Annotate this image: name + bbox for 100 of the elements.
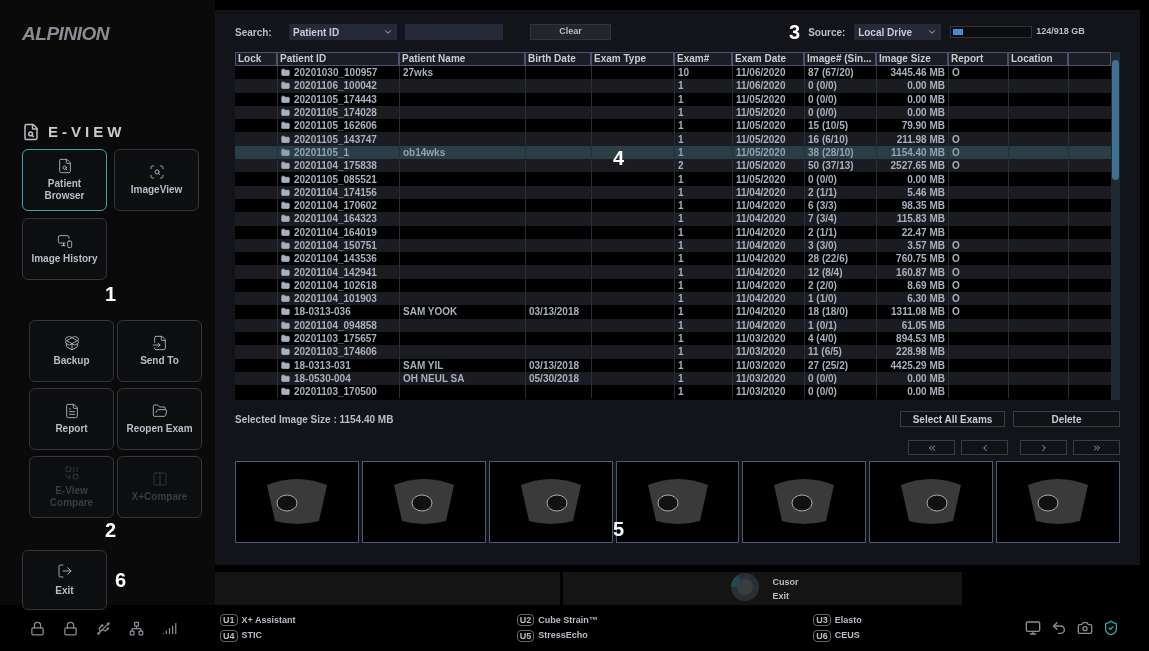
user-key-badge[interactable]: U6 bbox=[813, 629, 831, 642]
network-icon[interactable] bbox=[129, 620, 144, 636]
reopen-button[interactable]: Reopen Exam bbox=[117, 388, 202, 450]
table-cell: 2 (1/1) bbox=[808, 225, 837, 239]
table-cell: 3.57 MB bbox=[907, 239, 945, 252]
table-cell: 11/04/2020 bbox=[736, 292, 786, 306]
folder-icon bbox=[281, 280, 290, 290]
lock-icon[interactable] bbox=[30, 620, 45, 636]
ultrasound-image-placeholder[interactable] bbox=[361, 461, 486, 543]
user-key-label: StressEcho bbox=[538, 629, 588, 642]
column-header[interactable]: Birth Date bbox=[525, 52, 591, 66]
monitor-icon[interactable] bbox=[1025, 620, 1041, 636]
column-header[interactable]: Location bbox=[1008, 52, 1068, 66]
user-key-label: X+ Assistant bbox=[241, 613, 296, 627]
source-dropdown[interactable]: Local Drive bbox=[854, 24, 942, 40]
table-cell: OH NEUL SA bbox=[403, 371, 465, 385]
table-cell: 1 bbox=[678, 79, 684, 93]
table-cell: 20201105_162606 bbox=[294, 119, 377, 133]
ultrasound-image-placeholder[interactable] bbox=[742, 461, 867, 543]
usb-icon[interactable] bbox=[96, 620, 111, 636]
table-cell: 03/13/2018 bbox=[529, 358, 580, 372]
user-key-badge[interactable]: U2 bbox=[516, 614, 535, 627]
backup-button[interactable]: Backup bbox=[29, 320, 114, 382]
table-cell: 20201030_100957 bbox=[294, 66, 378, 80]
table-cell: 1 bbox=[678, 332, 684, 346]
ultrasound-image-placeholder[interactable] bbox=[996, 461, 1120, 543]
table-cell: 03/13/2018 bbox=[529, 305, 580, 319]
user-key-label: CEUS bbox=[834, 629, 860, 642]
table-cell: 1 bbox=[678, 265, 684, 279]
signal-icon[interactable] bbox=[162, 620, 177, 636]
column-header[interactable]: Patient ID bbox=[277, 52, 399, 66]
last-page-button[interactable] bbox=[1073, 440, 1120, 455]
folder-icon bbox=[281, 373, 290, 383]
user-key-badge[interactable]: U3 bbox=[813, 614, 831, 627]
document-search-icon bbox=[56, 157, 73, 174]
ultrasound-image-placeholder[interactable] bbox=[869, 461, 994, 543]
ultrasound-image-placeholder[interactable] bbox=[615, 461, 740, 543]
folder-icon bbox=[281, 68, 290, 78]
table-row[interactable]: 20201104_164323 1 11/04/2020 7 (3/4) 115.83 MB bbox=[235, 212, 1111, 226]
user-key-badge[interactable]: U1 bbox=[220, 614, 238, 627]
ultrasound-image-placeholder[interactable] bbox=[235, 461, 359, 543]
ultrasound-image-placeholder[interactable] bbox=[488, 461, 613, 543]
table-cell: 11/04/2020 bbox=[736, 212, 786, 226]
search-field[interactable] bbox=[405, 24, 503, 40]
report-button[interactable]: Report bbox=[29, 388, 114, 450]
lock-icon[interactable] bbox=[63, 620, 78, 636]
column-header[interactable]: Exam# bbox=[674, 52, 732, 66]
table-cell: 1 bbox=[678, 292, 684, 306]
trackball-top-label: Cusor bbox=[772, 575, 799, 589]
imageview-button[interactable]: ImageView bbox=[114, 149, 199, 211]
table-row[interactable]: 20201104_101903 1 11/04/2020 1 (1/0) 6.30 MB O bbox=[235, 292, 1111, 306]
previous-button[interactable] bbox=[961, 440, 1008, 455]
table-row[interactable]: 20201103_174606 1 11/03/2020 11 (6/5) 228.98 MB bbox=[235, 345, 1111, 359]
history-button[interactable]: Image History bbox=[22, 218, 107, 280]
next-button[interactable] bbox=[1020, 440, 1067, 455]
table-row[interactable]: 20201105_143747 1 11/05/2020 16 (6/10) 211.98 MB O bbox=[235, 132, 1111, 146]
table-cell: 0 (0/0) bbox=[808, 92, 837, 106]
table-cell: 11/03/2020 bbox=[736, 358, 786, 372]
table-row[interactable]: 20201104_142941 1 11/04/2020 12 (8/4) 160.87 MB O bbox=[235, 265, 1111, 279]
folder-icon bbox=[281, 320, 290, 330]
table-cell: 1 bbox=[678, 278, 684, 292]
table-cell: 1 bbox=[678, 145, 684, 159]
column-header[interactable]: Report bbox=[948, 52, 1008, 66]
scrollbar[interactable] bbox=[1111, 52, 1120, 400]
return-arrow-icon[interactable] bbox=[1051, 620, 1067, 636]
table-row[interactable]: 20201106_100042 1 11/06/2020 0 (0/0) 0.00 MB bbox=[235, 79, 1111, 93]
table-cell: 28 (22/6) bbox=[808, 252, 849, 266]
monitor-icon bbox=[56, 232, 73, 249]
user-key-badge[interactable]: U5 bbox=[516, 629, 535, 642]
e-view-icon bbox=[22, 122, 40, 141]
browser-button[interactable]: Patient Browser bbox=[22, 149, 107, 211]
section-title: E-VIEW bbox=[48, 121, 126, 142]
camera-icon[interactable] bbox=[1077, 620, 1093, 636]
callout-number: 2 bbox=[104, 520, 117, 540]
column-header[interactable]: Lock bbox=[235, 52, 277, 66]
folder-icon bbox=[281, 347, 290, 357]
select-all-exams-button[interactable]: Select All Exams bbox=[900, 411, 1005, 427]
table-cell: 0.00 MB bbox=[907, 172, 945, 186]
overlap-icon bbox=[63, 464, 80, 481]
clear-button[interactable]: Clear bbox=[530, 24, 611, 40]
table-cell: 20201104_143536 bbox=[294, 252, 377, 266]
column-header[interactable]: Exam Type bbox=[591, 52, 674, 66]
table-cell: 11/05/2020 bbox=[736, 106, 786, 120]
table-cell: O bbox=[952, 265, 960, 279]
delete-button[interactable]: Delete bbox=[1013, 411, 1120, 427]
callout-number: 1 bbox=[104, 284, 117, 304]
first-page-button[interactable] bbox=[908, 440, 955, 455]
search-type-dropdown[interactable]: Patient ID bbox=[289, 24, 397, 40]
column-header[interactable]: Image Size bbox=[876, 52, 948, 66]
sendto-button[interactable]: Send To bbox=[117, 320, 202, 382]
column-header[interactable]: Patient Name bbox=[399, 52, 525, 66]
user-key-badge[interactable]: U4 bbox=[220, 629, 238, 642]
column-header[interactable]: Image# (Sin... bbox=[804, 52, 876, 66]
blank-column-header bbox=[1068, 52, 1111, 66]
column-header[interactable]: Exam Date bbox=[732, 52, 804, 66]
table-cell: 20201105_143747 bbox=[294, 132, 377, 146]
table-cell: ob14wks bbox=[403, 145, 446, 159]
shield-check-icon[interactable] bbox=[1103, 620, 1119, 636]
table-cell: 0 (0/0) bbox=[808, 371, 837, 385]
exit-button[interactable]: Exit bbox=[22, 550, 107, 610]
